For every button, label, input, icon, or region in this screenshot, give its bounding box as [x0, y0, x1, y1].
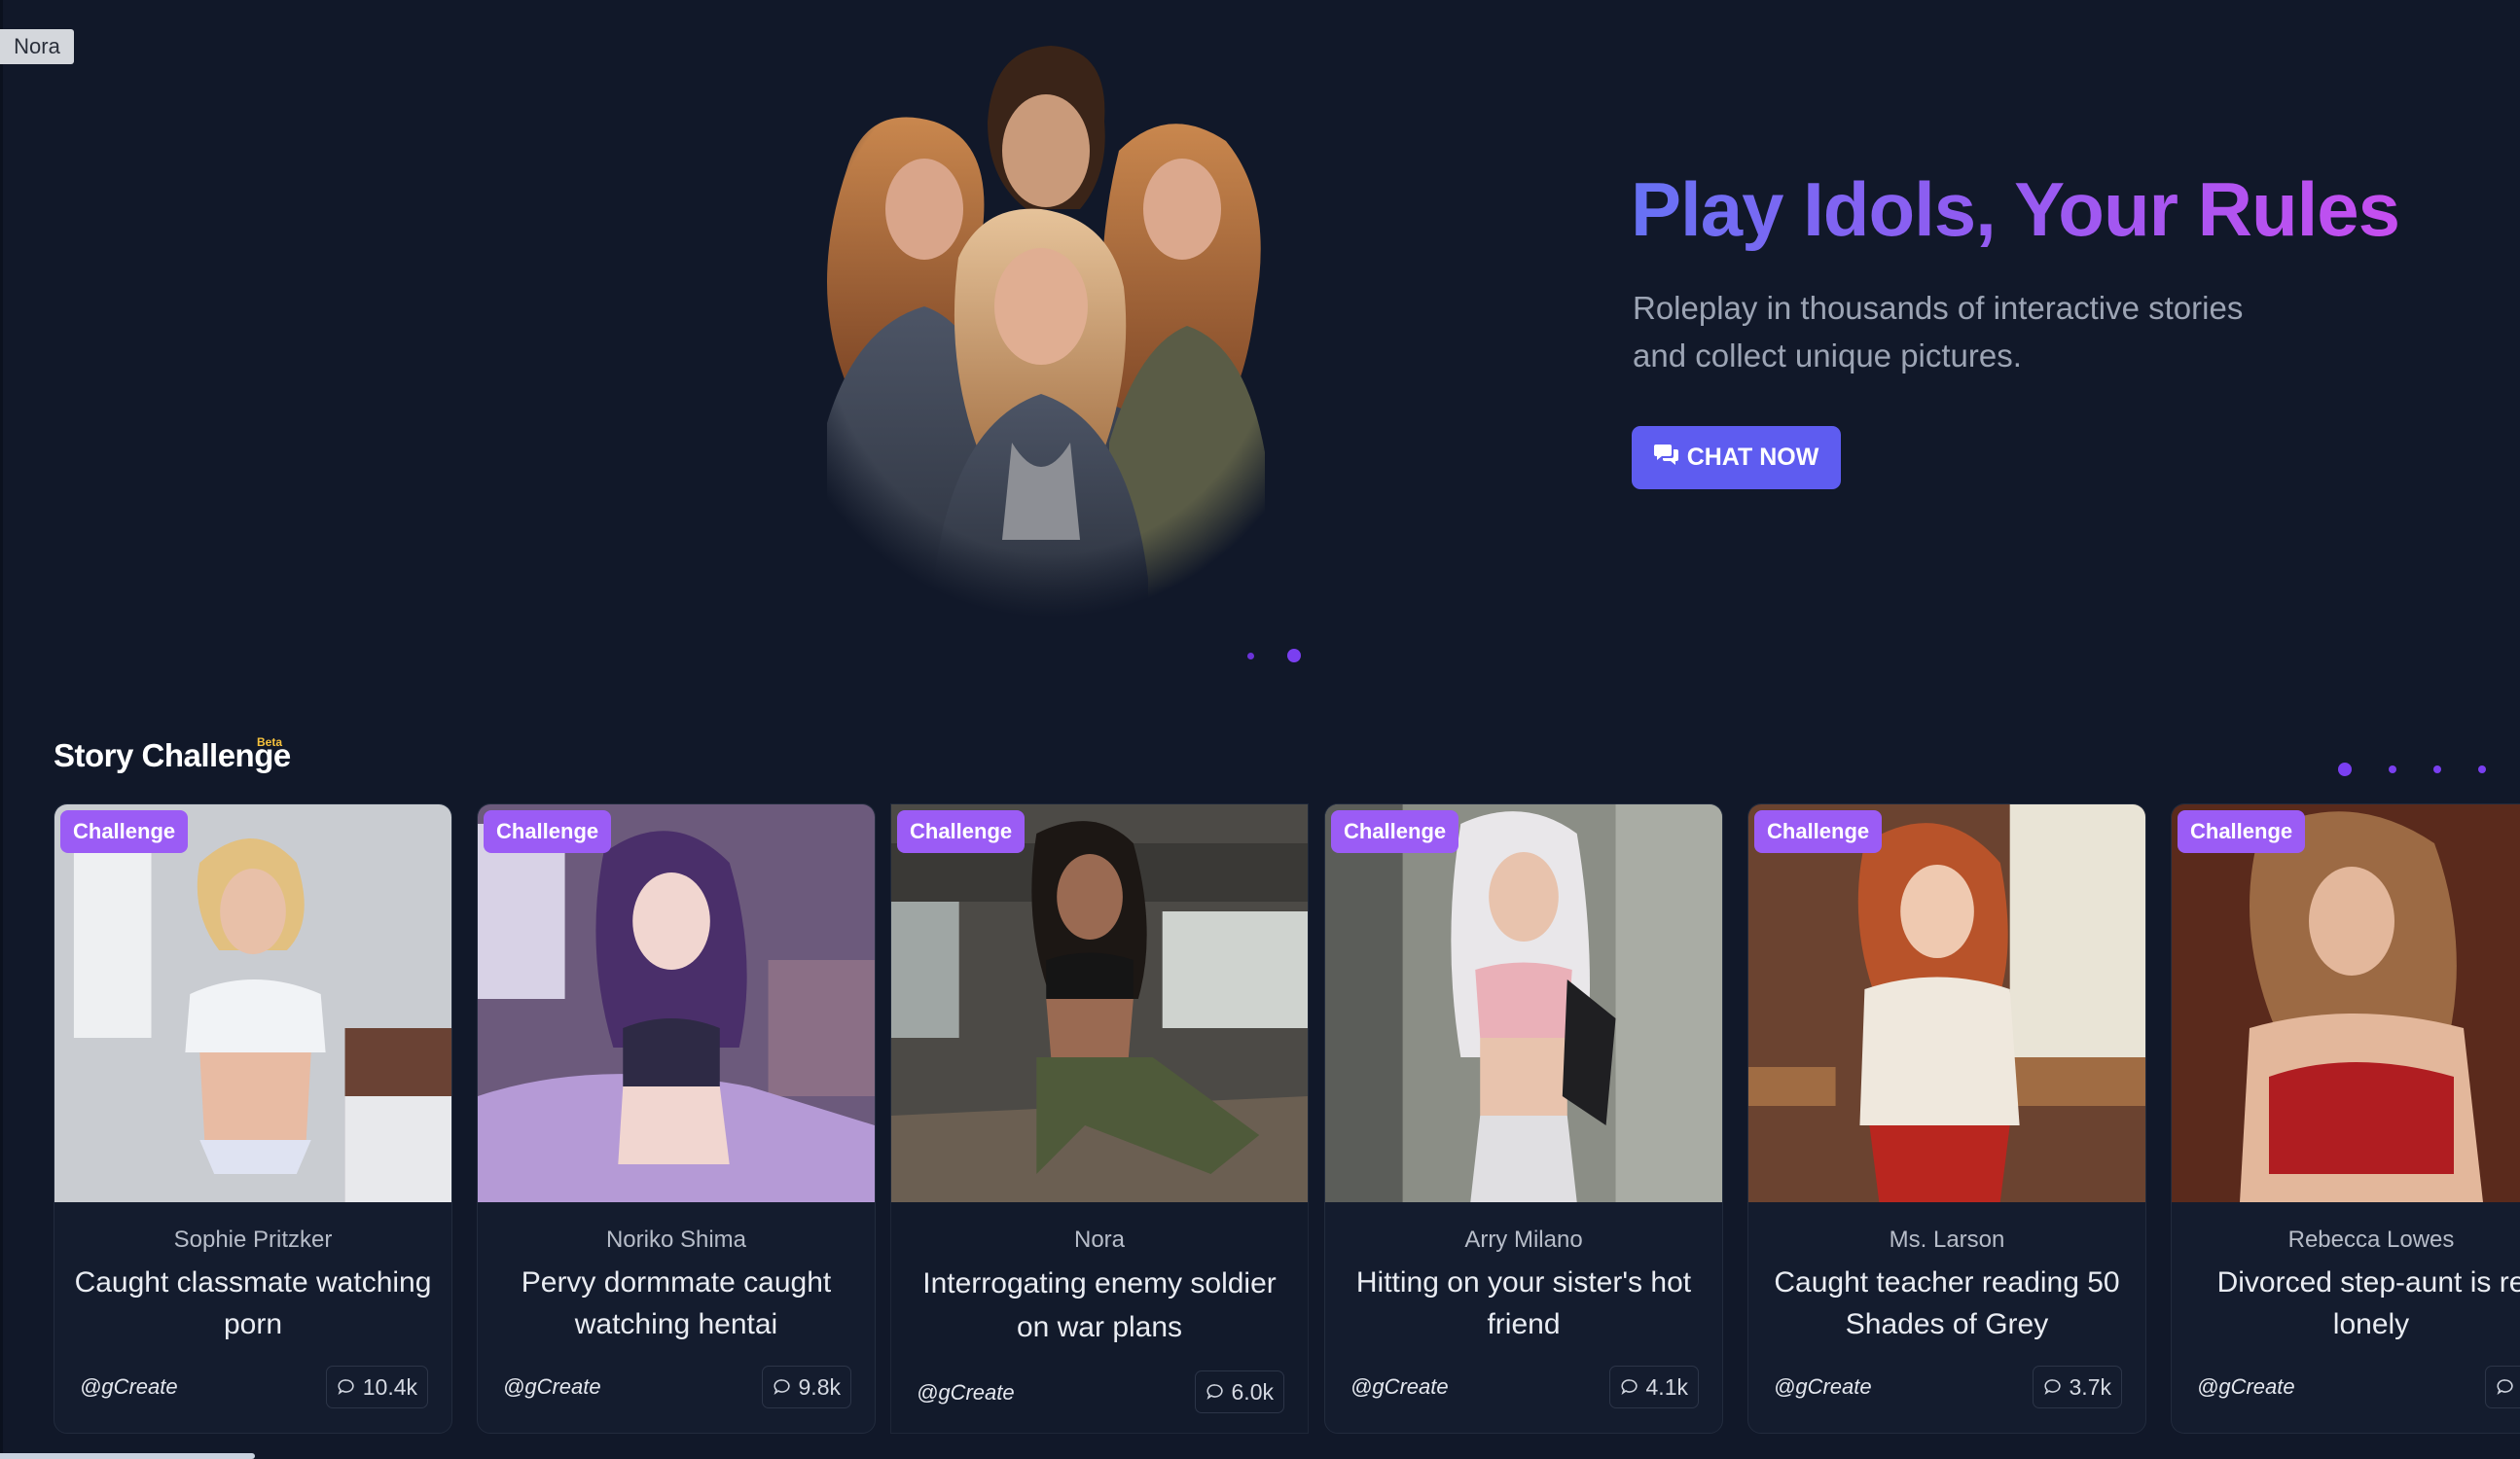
- chat-now-label: CHAT NOW: [1686, 444, 1819, 471]
- chat-count-value: 9.8k: [798, 1373, 841, 1400]
- character-name: Sophie Pritzker: [173, 1227, 333, 1253]
- chat-count-value: 3.7k: [2069, 1373, 2111, 1400]
- hero-carousel-dot-1[interactable]: [1247, 652, 1254, 659]
- character-name: Noriko Shima: [605, 1227, 747, 1253]
- challenge-badge: Challenge: [60, 810, 189, 853]
- story-card-partial[interactable]: Challenge Rebecca Lowes Divorced step-au…: [2171, 803, 2520, 1434]
- section-carousel-dots: [2338, 763, 2486, 776]
- comment-icon: [773, 1379, 790, 1395]
- section-page-dot-3[interactable]: [2433, 765, 2441, 773]
- section-page-dot-2[interactable]: [2389, 765, 2396, 773]
- author-handle[interactable]: @gCreate: [503, 1374, 601, 1400]
- challenge-badge: Challenge: [1754, 810, 1883, 853]
- story-card-image: [891, 804, 1308, 1202]
- left-edge: [0, 0, 3, 1459]
- story-card-image: [54, 804, 451, 1202]
- story-title: Divorced step-aunt is re lonely: [2216, 1266, 2520, 1340]
- hero-subtitle: Roleplay in thousands of interactive sto…: [1633, 284, 2314, 379]
- chat-count-value: 6.0k: [1231, 1378, 1274, 1405]
- chat-now-button[interactable]: CHAT NOW: [1632, 426, 1841, 489]
- character-name: Arry Milano: [1464, 1227, 1583, 1253]
- challenge-badge: Challenge: [2178, 810, 2306, 853]
- hero-carousel-dots: [1247, 646, 1301, 665]
- challenge-badge: Challenge: [484, 810, 612, 853]
- story-card[interactable]: Challenge Arry Milano Hitting on your si…: [1324, 803, 1723, 1434]
- story-title: Pervy dormmate caught watching hentai: [521, 1266, 832, 1340]
- story-title: Interrogating enemy soldier on war plans: [922, 1267, 1277, 1343]
- section-page-dot-1-active[interactable]: [2338, 763, 2352, 776]
- comment-icon: [2043, 1379, 2061, 1395]
- story-card-image: [478, 804, 875, 1202]
- story-title: Caught classmate watching porn: [74, 1266, 432, 1340]
- story-card[interactable]: Challenge Sophie Pritzker Caught classma…: [54, 803, 452, 1434]
- story-title: Caught teacher reading 50 Shades of Grey: [1774, 1266, 2120, 1340]
- author-handle[interactable]: @gCreate: [917, 1380, 1015, 1406]
- chat-count: [2485, 1366, 2520, 1408]
- chat-count: 3.7k: [2032, 1366, 2122, 1408]
- character-name: Nora: [1073, 1227, 1126, 1253]
- horizontal-scrollbar[interactable]: [0, 1453, 255, 1459]
- story-title: Hitting on your sister's hot friend: [1355, 1266, 1692, 1340]
- hero-title: Play Idols, Your Rules: [1631, 166, 2400, 252]
- author-handle[interactable]: @gCreate: [1774, 1374, 1872, 1400]
- character-name: Ms. Larson: [1889, 1227, 2005, 1253]
- chat-bubbles-icon: [1653, 443, 1679, 473]
- story-card-image: [1748, 804, 2145, 1202]
- hero-group-illustration: [788, 34, 1314, 618]
- author-handle[interactable]: @gCreate: [1350, 1374, 1449, 1400]
- author-handle[interactable]: @gCreate: [80, 1374, 178, 1400]
- character-name: Rebecca Lowes: [2287, 1227, 2455, 1253]
- comment-icon: [1206, 1384, 1223, 1400]
- hero-subtitle-line-2: and collect unique pictures.: [1633, 338, 2022, 374]
- comment-icon: [1620, 1379, 1638, 1395]
- challenge-badge: Challenge: [1331, 810, 1459, 853]
- challenge-badge: Challenge: [897, 810, 1026, 853]
- chat-count-value: 4.1k: [1645, 1373, 1688, 1400]
- chat-count: 10.4k: [325, 1366, 428, 1408]
- page-label-tag: Nora: [0, 29, 74, 64]
- story-card[interactable]: Challenge Noriko Shima Pervy dormmate ca…: [477, 803, 876, 1434]
- hero-subtitle-line-1: Roleplay in thousands of interactive sto…: [1633, 290, 2244, 326]
- section-page-dot-4[interactable]: [2478, 765, 2486, 773]
- chat-count-value: 10.4k: [362, 1373, 417, 1400]
- chat-count: 9.8k: [761, 1366, 851, 1408]
- section-title: Story Challenge: [54, 737, 291, 773]
- comment-icon: [338, 1379, 354, 1395]
- story-card-image: [2172, 804, 2520, 1202]
- comment-icon: [2497, 1379, 2513, 1395]
- story-card[interactable]: Challenge Ms. Larson Caught teacher read…: [1747, 803, 2146, 1434]
- hero-carousel-dot-2-active[interactable]: [1287, 649, 1301, 662]
- chat-count: 4.1k: [1608, 1366, 1699, 1408]
- author-handle[interactable]: @gCreate: [2197, 1374, 2295, 1400]
- story-card-featured[interactable]: Challenge Nora Interrogating enemy soldi…: [890, 803, 1309, 1434]
- story-card-image: [1325, 804, 1722, 1202]
- beta-badge: Beta: [257, 735, 283, 749]
- chat-count: 6.0k: [1194, 1370, 1284, 1413]
